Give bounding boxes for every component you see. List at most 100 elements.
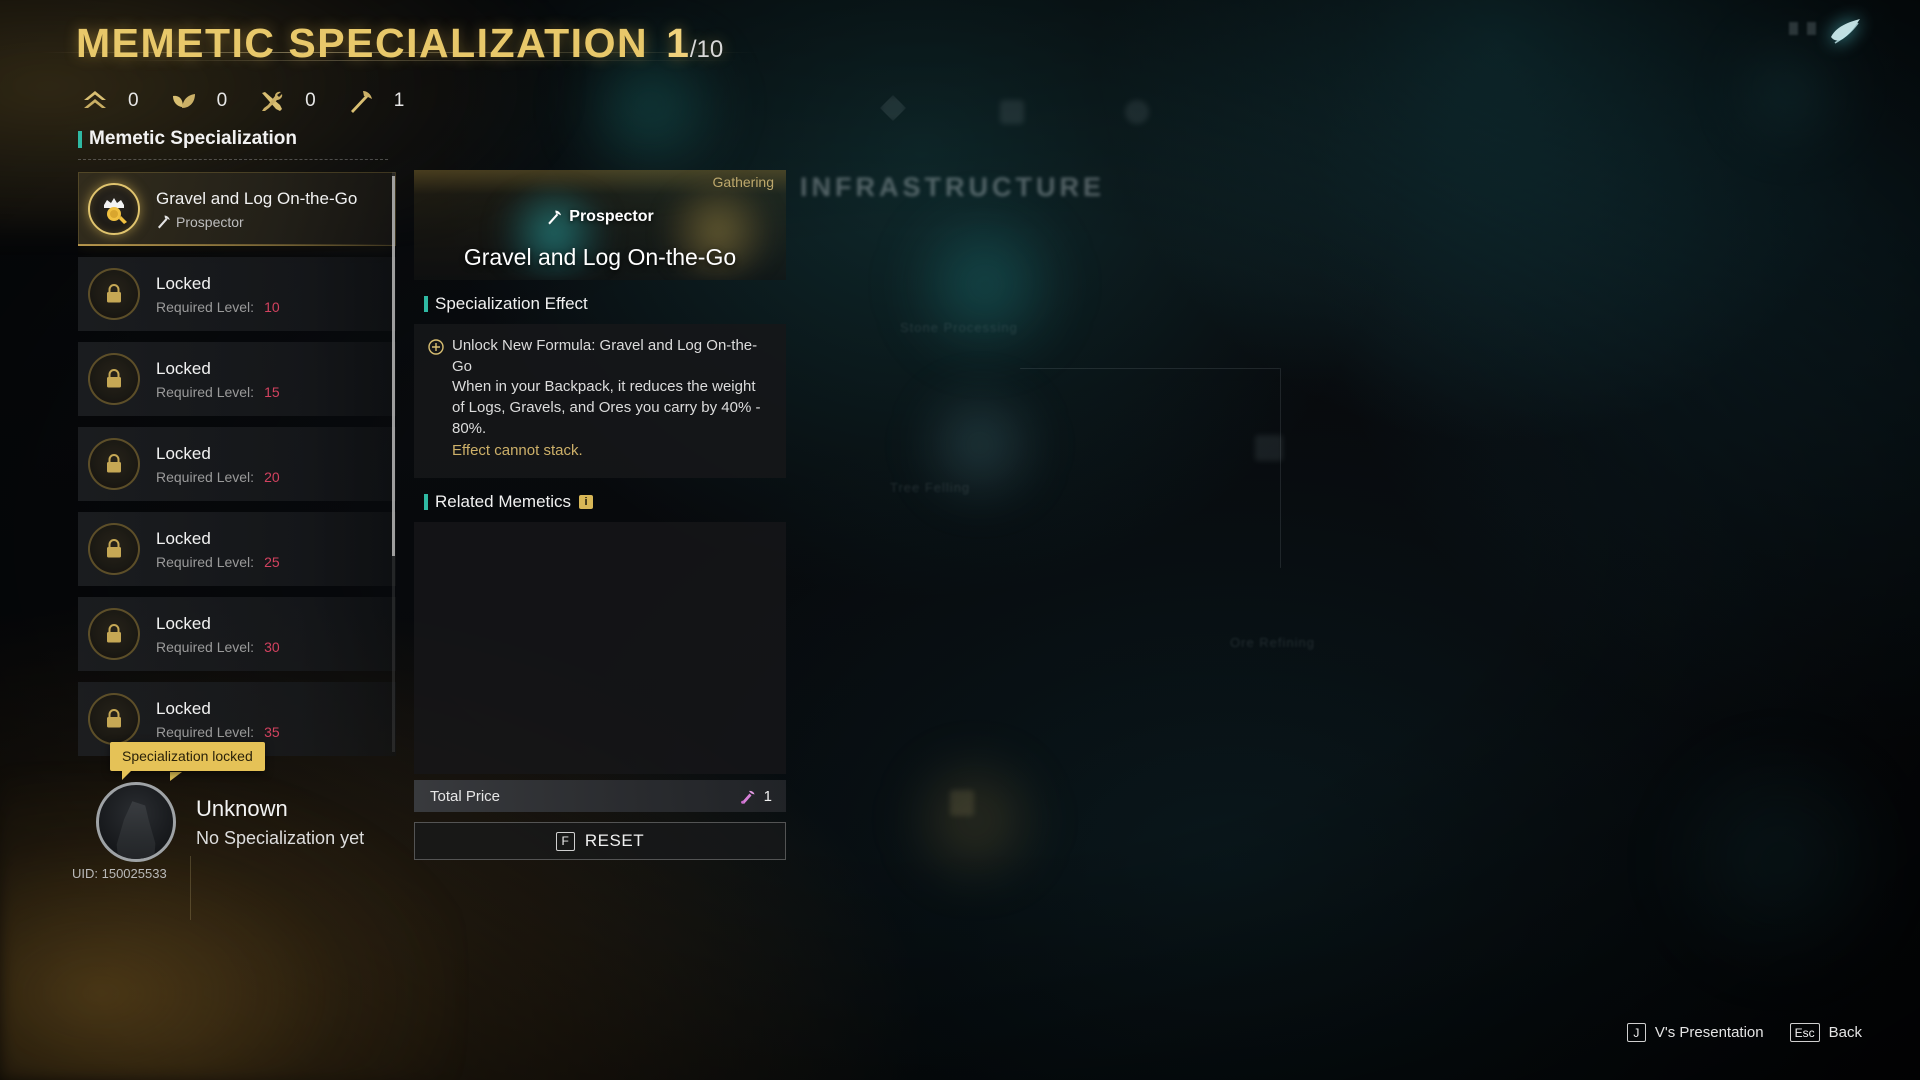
total-price-value: 1 (763, 787, 772, 805)
page-title-current: 1 (666, 20, 690, 66)
list-item-requirement: Required Level: 20 (156, 469, 280, 485)
tooltip-caret (170, 772, 182, 781)
specialization-badge-icon (88, 183, 140, 235)
effect-line-2: When in your Backpack, it reduces the we… (452, 378, 761, 437)
requirement-level: 35 (264, 724, 280, 741)
faction-emblem-icon (1822, 10, 1868, 56)
list-item-title: Locked (156, 613, 211, 633)
list-item-requirement: Required Level: 10 (156, 299, 280, 315)
avatar-silhouette-icon (116, 801, 156, 859)
sidebar-scrollbar-thumb[interactable] (392, 176, 395, 556)
detail-role-label: Prospector (569, 208, 654, 225)
list-item-title: Locked (156, 358, 211, 378)
key-j: J (1626, 1023, 1646, 1042)
top-right-indicator-dots (1789, 22, 1816, 35)
page-title-total: /10 (689, 36, 724, 63)
list-item-requirement: Required Level: 25 (156, 554, 280, 570)
player-uid: UID: 150025533 (72, 866, 167, 881)
info-icon[interactable]: i (579, 495, 594, 510)
section-accent-bar (424, 494, 428, 511)
sidebar-section-header: Memetic Specialization (78, 128, 398, 159)
reset-button[interactable]: F RESET (414, 822, 786, 861)
locked-tooltip: Specialization locked (110, 742, 265, 780)
list-item[interactable]: Gravel and Log On-the-Go Prospector (78, 172, 396, 246)
avatar[interactable] (96, 782, 176, 862)
specialization-list[interactable]: Gravel and Log On-the-Go Prospector Lock… (78, 172, 396, 760)
list-item-role: Prospector (156, 214, 357, 230)
resource-pickaxe[interactable]: 1 (344, 84, 405, 118)
resource-home[interactable]: 0 (78, 84, 139, 118)
resource-tools[interactable]: 0 (255, 84, 316, 118)
list-item[interactable]: Locked Required Level: 25 (78, 512, 396, 586)
related-section-header: Related Memetics i (414, 478, 786, 522)
requirement-level: 30 (264, 639, 280, 656)
list-item-text: Locked Required Level: 15 (156, 358, 280, 400)
list-item-title: Locked (156, 273, 211, 293)
game-screen: INFRASTRUCTURE Stone Processing Tree Fel… (0, 0, 1920, 1080)
player-specialization: No Specialization yet (196, 827, 365, 848)
total-price-row: Total Price 1 (414, 780, 786, 813)
hint-back[interactable]: Esc Back (1789, 1023, 1862, 1042)
page-title: MEMETIC SPECIALIZATION 1 /10 (76, 20, 723, 67)
lock-icon (88, 353, 140, 405)
list-item-text: Locked Required Level: 20 (156, 443, 280, 485)
requirement-label: Required Level: (156, 384, 255, 401)
effect-note: Effect cannot stack. (452, 442, 583, 460)
effect-line-1: Unlock New Formula: Gravel and Log On-th… (452, 337, 758, 375)
player-name: Unknown (196, 795, 288, 821)
requirement-level: 20 (264, 469, 280, 486)
indicator-dot (1789, 22, 1798, 35)
hint-presentation[interactable]: J V's Presentation (1626, 1023, 1764, 1042)
page-title-text: MEMETIC SPECIALIZATION (76, 20, 649, 66)
resource-pickaxe-value: 1 (393, 90, 405, 111)
list-item-text: Locked Required Level: 35 (156, 698, 280, 740)
footer-hints: J V's Presentation Esc Back (1601, 1023, 1862, 1042)
list-item-requirement: Required Level: 35 (156, 724, 280, 740)
bottom-divider (190, 856, 191, 920)
memetic-currency-icon (739, 788, 756, 805)
lock-icon (88, 523, 140, 575)
lock-icon (88, 268, 140, 320)
hint-back-label: Back (1828, 1024, 1862, 1041)
list-item[interactable]: Locked Required Level: 30 (78, 597, 396, 671)
lock-icon (88, 693, 140, 745)
list-item[interactable]: Locked Required Level: 10 (78, 257, 396, 331)
effect-section-title: Specialization Effect (435, 294, 588, 313)
list-item[interactable]: Locked Required Level: 20 (78, 427, 396, 501)
effect-text-group: Unlock New Formula: Gravel and Log On-th… (452, 336, 770, 462)
list-item[interactable]: Locked Required Level: 15 (78, 342, 396, 416)
related-section-title: Related Memetics (435, 492, 572, 512)
player-card[interactable]: Unknown No Specialization yet (96, 782, 364, 862)
list-item-requirement: Required Level: 15 (156, 384, 280, 400)
player-info: Unknown No Specialization yet (196, 796, 364, 849)
leaf-icon (167, 84, 201, 118)
specialization-detail-panel: Gathering Prospector Gravel and Log On-t… (414, 170, 786, 861)
list-item-title: Locked (156, 698, 211, 718)
specialization-sidebar: Memetic Specialization Gravel and Log On… (78, 128, 398, 756)
key-esc: Esc (1789, 1023, 1820, 1042)
indicator-dot (1807, 22, 1816, 35)
resource-bar: 0 0 0 1 (78, 84, 432, 118)
pickaxe-icon (156, 214, 171, 229)
resource-tools-value: 0 (305, 90, 316, 111)
list-item-text: Locked Required Level: 10 (156, 273, 280, 315)
lock-icon (88, 438, 140, 490)
list-item-text: Locked Required Level: 30 (156, 613, 280, 655)
requirement-label: Required Level: (156, 724, 255, 741)
resource-leaf[interactable]: 0 (167, 84, 228, 118)
reset-button-label: RESET (584, 831, 645, 851)
resource-leaf-value: 0 (216, 90, 228, 111)
section-accent-bar (424, 296, 428, 312)
pickaxe-icon (344, 84, 378, 118)
effect-box: Unlock New Formula: Gravel and Log On-th… (414, 324, 786, 479)
detail-role: Prospector (546, 208, 654, 226)
effect-section-header: Specialization Effect (414, 280, 786, 324)
effect-entry: Unlock New Formula: Gravel and Log On-th… (428, 336, 770, 462)
requirement-level: 10 (264, 299, 280, 316)
requirement-label: Required Level: (156, 554, 255, 571)
resource-home-value: 0 (128, 90, 139, 111)
lock-icon (88, 608, 140, 660)
sidebar-section-title: Memetic Specialization (89, 128, 298, 149)
detail-category: Gathering (712, 174, 774, 190)
pickaxe-icon (546, 209, 562, 225)
